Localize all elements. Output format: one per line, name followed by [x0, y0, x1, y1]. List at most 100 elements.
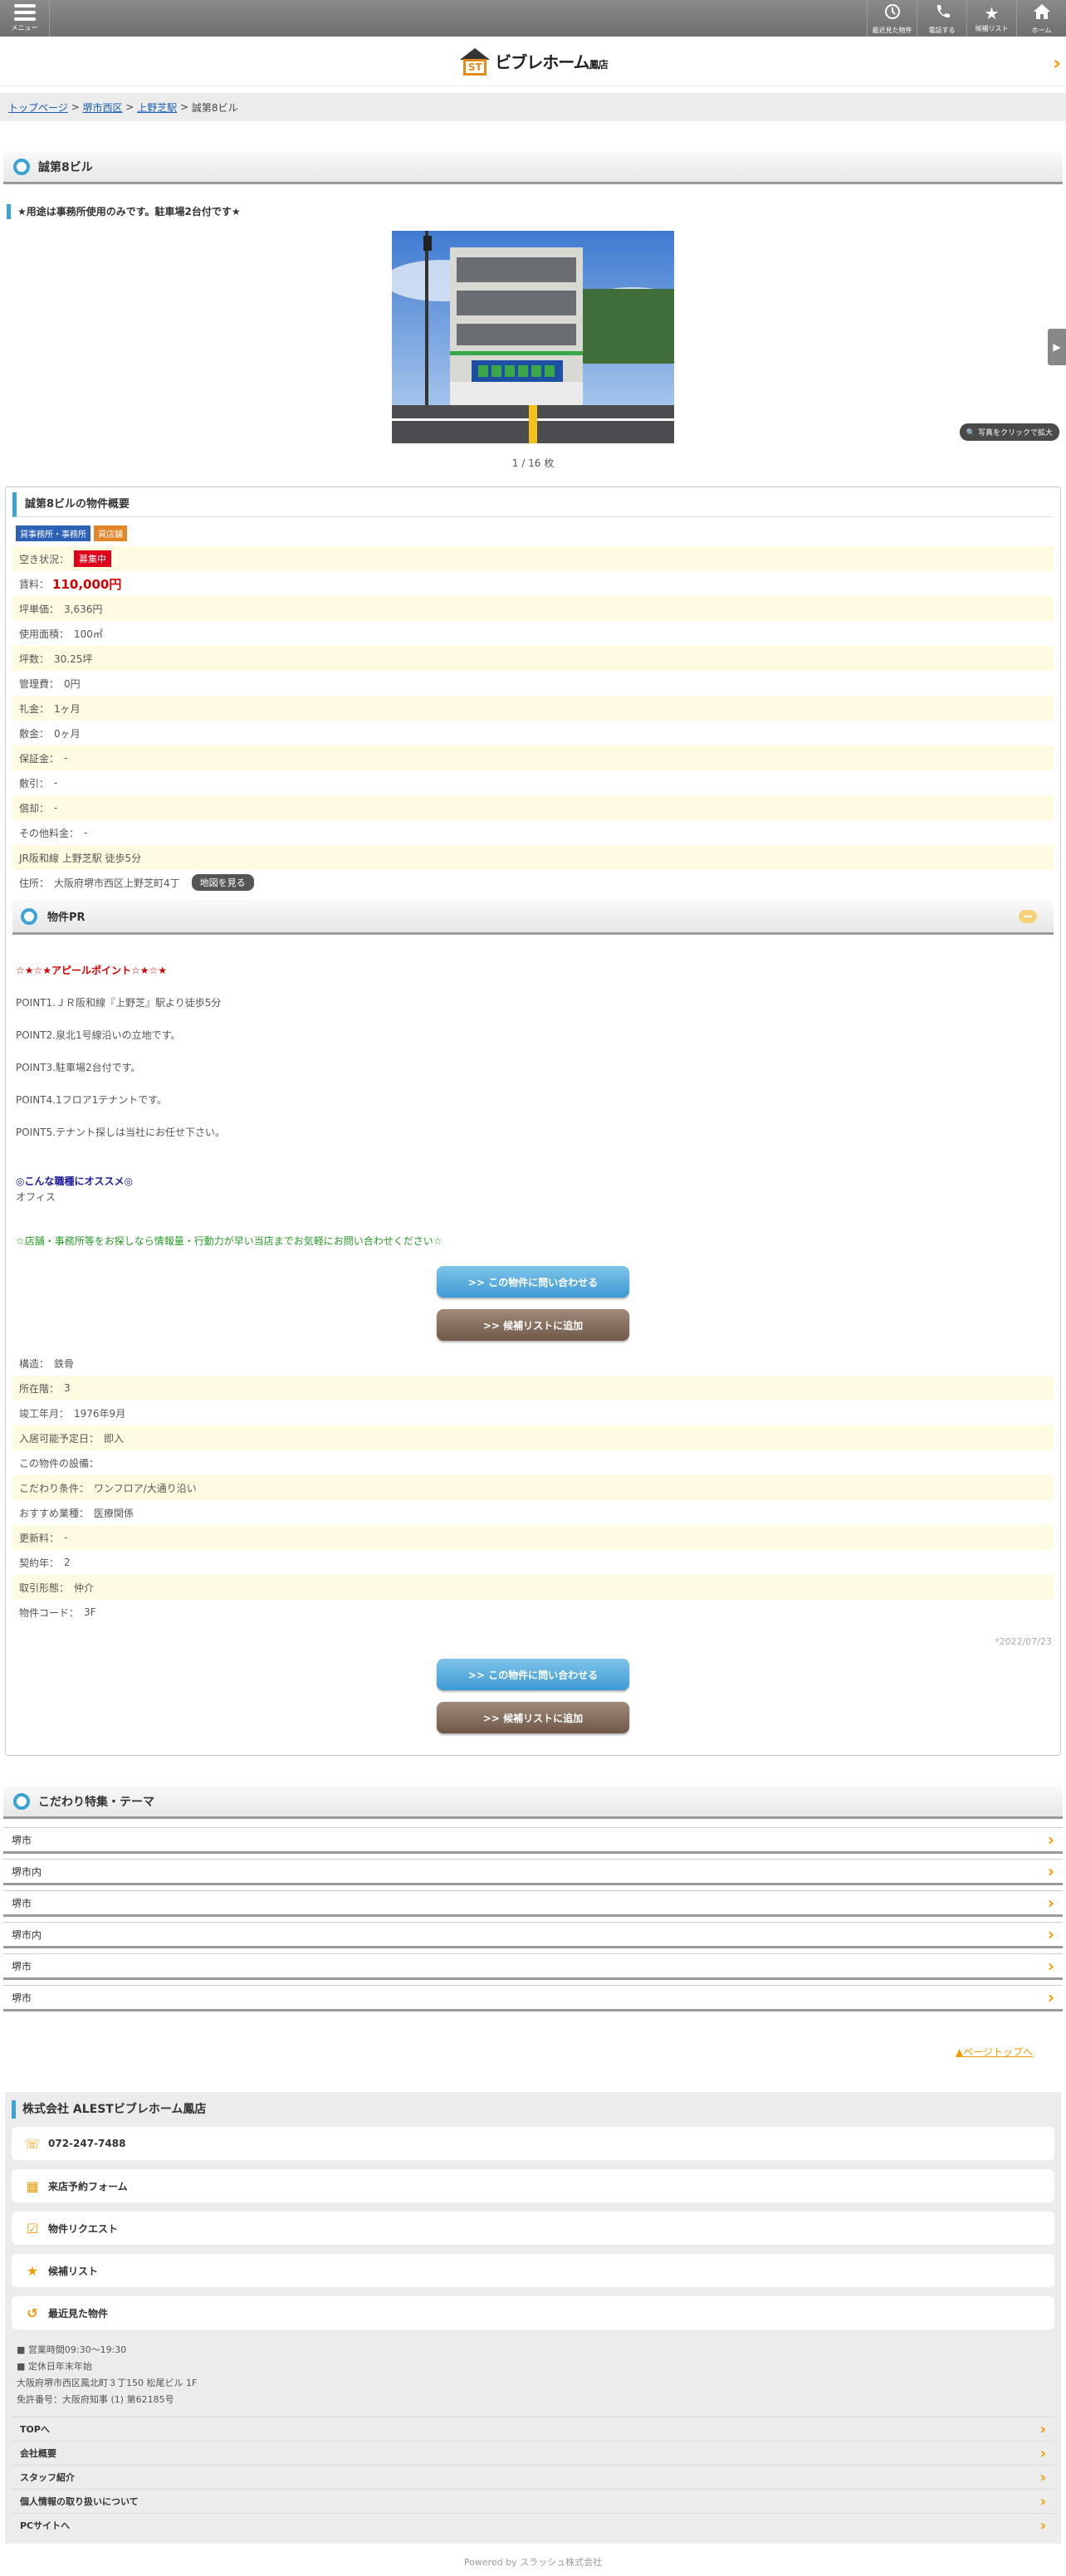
- row-detail: 竣工年月： 1976年9月: [19, 1407, 126, 1420]
- collapse-icon[interactable]: [1019, 910, 1037, 923]
- row-detail: 契約年： 2: [19, 1557, 71, 1569]
- chevron-right-icon: ›: [1039, 2516, 1046, 2534]
- chevron-right-icon: ›: [1039, 2420, 1046, 2438]
- breadcrumb-top-link[interactable]: トップページ: [8, 100, 68, 115]
- feature-item[interactable]: 堺市 ›: [3, 1985, 1063, 2011]
- pr-point: POINT1.ＪＲ阪和線『上野芝』駅より徒歩5分: [16, 997, 222, 1009]
- rent-price: 110,000円: [52, 576, 122, 592]
- recent-viewed-button[interactable]: 最近見た物件: [867, 0, 917, 37]
- footer-link-staff[interactable]: スタッフ紹介 ›: [12, 2465, 1054, 2489]
- menu-label: メニュー: [11, 24, 38, 32]
- pr-body: ☆★☆★アピールポイント☆★☆★ POINT1.ＪＲ阪和線『上野芝』駅より徒歩5…: [12, 935, 1054, 1248]
- row-detail: 所在階： 3: [12, 1376, 1054, 1400]
- row-detail: 坪数： 30.25坪: [12, 646, 1054, 671]
- cta-group: >> この物件に問い合わせる >> 候補リストに追加: [12, 1266, 1054, 1341]
- row-access: JR阪和線 上野芝駅 徒歩5分: [12, 845, 1054, 870]
- pr-heading: 物件PR: [47, 912, 86, 924]
- feature-item[interactable]: 堺市 ›: [3, 1953, 1063, 1980]
- next-photo-button[interactable]: ▶: [1048, 329, 1066, 365]
- chevron-right-icon: ›: [1039, 2444, 1046, 2462]
- feature-item[interactable]: 堺市 ›: [3, 1827, 1063, 1854]
- breadcrumb-area-link[interactable]: 堺市西区: [82, 100, 122, 115]
- menu-button[interactable]: メニュー: [0, 0, 50, 37]
- appeal-heading: ☆★☆★アピールポイント☆★☆★: [16, 965, 168, 976]
- breadcrumb-station-link[interactable]: 上野芝駅: [137, 100, 177, 115]
- row-detail: 更新料： -: [12, 1525, 1054, 1550]
- row-detail: この物件の設備：: [19, 1457, 100, 1469]
- home-button[interactable]: ホーム: [1016, 0, 1066, 37]
- row-detail: 入居可能予定日： 即入: [12, 1425, 1054, 1450]
- home-icon: [1033, 2, 1051, 24]
- phone-icon: ☏: [23, 2135, 41, 2152]
- add-candidate-button[interactable]: >> 候補リストに追加: [437, 1309, 629, 1341]
- footer-link-company[interactable]: 会社概要 ›: [12, 2441, 1054, 2465]
- feature-item[interactable]: 堺市内 ›: [3, 1859, 1063, 1885]
- property-notice: ★用途は事務所使用のみです。駐車場2台付です★: [7, 204, 1059, 219]
- row-status: 空き状況： 募集中: [12, 546, 1054, 571]
- zoom-button[interactable]: 🔍 写真をクリックで拡大: [959, 423, 1059, 441]
- pr-point: POINT5.テナント探しは当社にお任せ下さい。: [16, 1127, 225, 1138]
- pr-point: POINT2.泉北1号線沿いの立地です。: [16, 1029, 181, 1041]
- footer-link-pc[interactable]: PCサイトへ ›: [12, 2513, 1054, 2537]
- inquiry-button[interactable]: >> この物件に問い合わせる: [437, 1266, 629, 1298]
- chevron-right-icon: ›: [1039, 2468, 1046, 2486]
- footer-phone-button[interactable]: ☏ 072-247-7488: [12, 2127, 1054, 2160]
- property-summary-panel: 誠第8ビルの物件概要 貸事務所・事務所 貸店舗 空き状況： 募集中 賃料： 110,…: [5, 486, 1061, 1756]
- feature-item[interactable]: 堺市 ›: [3, 1890, 1063, 1917]
- feature-item[interactable]: 堺市内 ›: [3, 1922, 1063, 1948]
- map-button[interactable]: 地図を見る: [191, 874, 254, 891]
- home-label: ホーム: [1031, 26, 1052, 34]
- address: 大阪府堺市西区鳳北町３丁150 松尾ビル 1F: [17, 2378, 198, 2388]
- footer-recent-button[interactable]: ↺ 最近見た物件: [12, 2296, 1054, 2329]
- logo-header: ST ビブレホーム鳳店 ›: [0, 37, 1066, 86]
- row-detail: 取引形態： 仲介: [12, 1575, 1054, 1600]
- chevron-right-icon: ›: [1047, 1956, 1054, 1976]
- hamburger-icon: [13, 4, 36, 21]
- history-icon: [883, 2, 902, 24]
- row-detail: 礼金： 1ヶ月: [12, 696, 1054, 721]
- recent-viewed-label: 最近見た物件: [872, 26, 912, 34]
- footer-link-top[interactable]: TOPへ ›: [12, 2417, 1054, 2441]
- row-detail: おすすめ業種： 医療関係: [19, 1507, 134, 1519]
- site-logo[interactable]: ST ビブレホーム鳳店: [458, 46, 609, 76]
- photo-gallery: 1 / 16 枚 ▶ 🔍 写真をクリックで拡大: [0, 219, 1066, 486]
- page-top-link[interactable]: ▲ページトップへ: [0, 2045, 1066, 2059]
- circle-icon: [21, 907, 37, 925]
- chevron-right-icon: ›: [1047, 1861, 1054, 1881]
- candidate-list-button[interactable]: ★ 候補リスト: [966, 0, 1016, 37]
- logo-text: ビブレホーム鳳店: [495, 52, 608, 72]
- pr-point: POINT4.1フロア1テナントです。: [16, 1094, 168, 1106]
- row-detail: 保証金： -: [12, 745, 1054, 770]
- breadcrumb-current: 誠第8ビル: [191, 101, 238, 114]
- footer-request-button[interactable]: ☑ 物件リクエスト: [12, 2212, 1054, 2245]
- add-candidate-button[interactable]: >> 候補リストに追加: [437, 1702, 629, 1733]
- inquiry-button[interactable]: >> この物件に問い合わせる: [437, 1659, 629, 1690]
- history-icon: ↺: [27, 2305, 38, 2321]
- company-name: 株式会社 ALESTビブレホーム鳳店: [12, 2100, 1054, 2119]
- chevron-right-icon: ›: [1047, 1924, 1054, 1944]
- footer-link-privacy[interactable]: 個人情報の取り扱いについて ›: [12, 2489, 1054, 2513]
- pr-section-header[interactable]: 物件PR: [12, 900, 1054, 935]
- pr-point: POINT3.駐車場2台付です。: [16, 1062, 141, 1073]
- row-detail: こだわり条件： ワンフロア/大通り沿い: [12, 1475, 1054, 1500]
- play-right-icon: ▶: [1053, 341, 1061, 353]
- chevron-right-icon[interactable]: ›: [1053, 51, 1061, 75]
- property-title-header: 誠第8ビル: [3, 151, 1063, 184]
- logo-house-icon: ST: [458, 46, 491, 76]
- call-button[interactable]: 電話する: [917, 0, 966, 37]
- footer-candidate-button[interactable]: ★ 候補リスト: [12, 2254, 1054, 2287]
- holiday: ■ 定休日年末年始: [17, 2361, 92, 2372]
- chevron-right-icon: ›: [1047, 1830, 1054, 1850]
- row-detail: 管理費： 0円: [19, 677, 81, 690]
- powered-by: Powered by スラッシュ株式会社: [463, 2557, 603, 2568]
- features-heading: こだわり特集・テーマ: [38, 1795, 154, 1809]
- zoom-label: 写真をクリックで拡大: [977, 429, 1053, 437]
- row-detail: その他料金： -: [19, 827, 88, 839]
- row-detail: 物件コード： 3F: [19, 1606, 96, 1619]
- property-photo[interactable]: [392, 231, 674, 443]
- footer-visit-form-button[interactable]: ▦ 来店予約フォーム: [12, 2169, 1054, 2202]
- row-detail: 構造： 鉄骨: [19, 1357, 75, 1370]
- magnifier-icon: 🔍: [966, 429, 976, 437]
- page-title: 誠第8ビル: [38, 160, 93, 174]
- row-detail: 償却： -: [12, 795, 1054, 820]
